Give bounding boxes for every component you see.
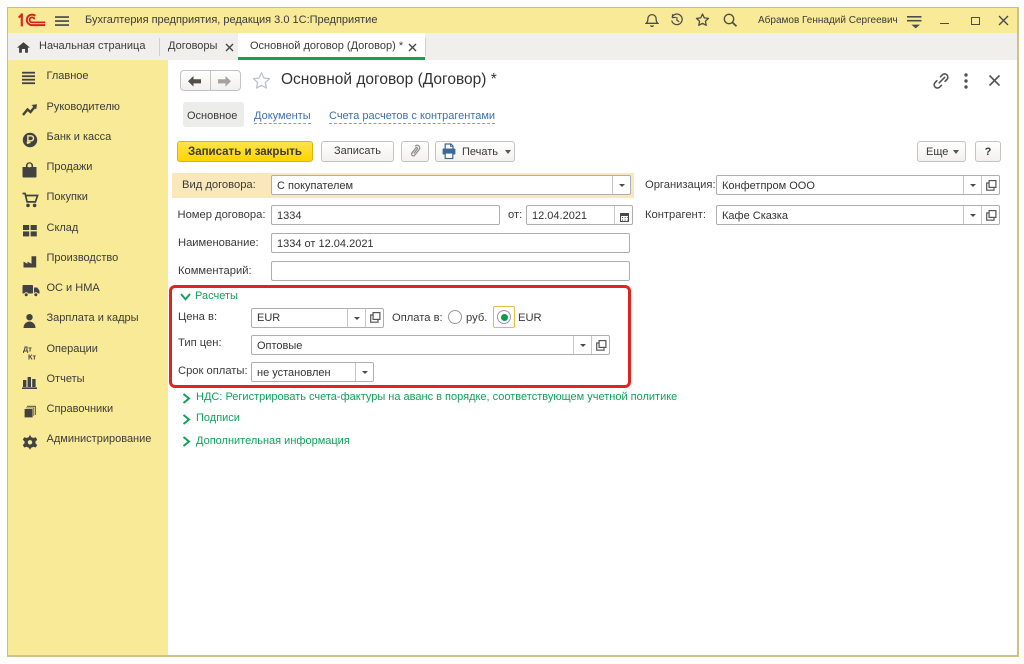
svg-text:Кт: Кт [28,352,37,361]
